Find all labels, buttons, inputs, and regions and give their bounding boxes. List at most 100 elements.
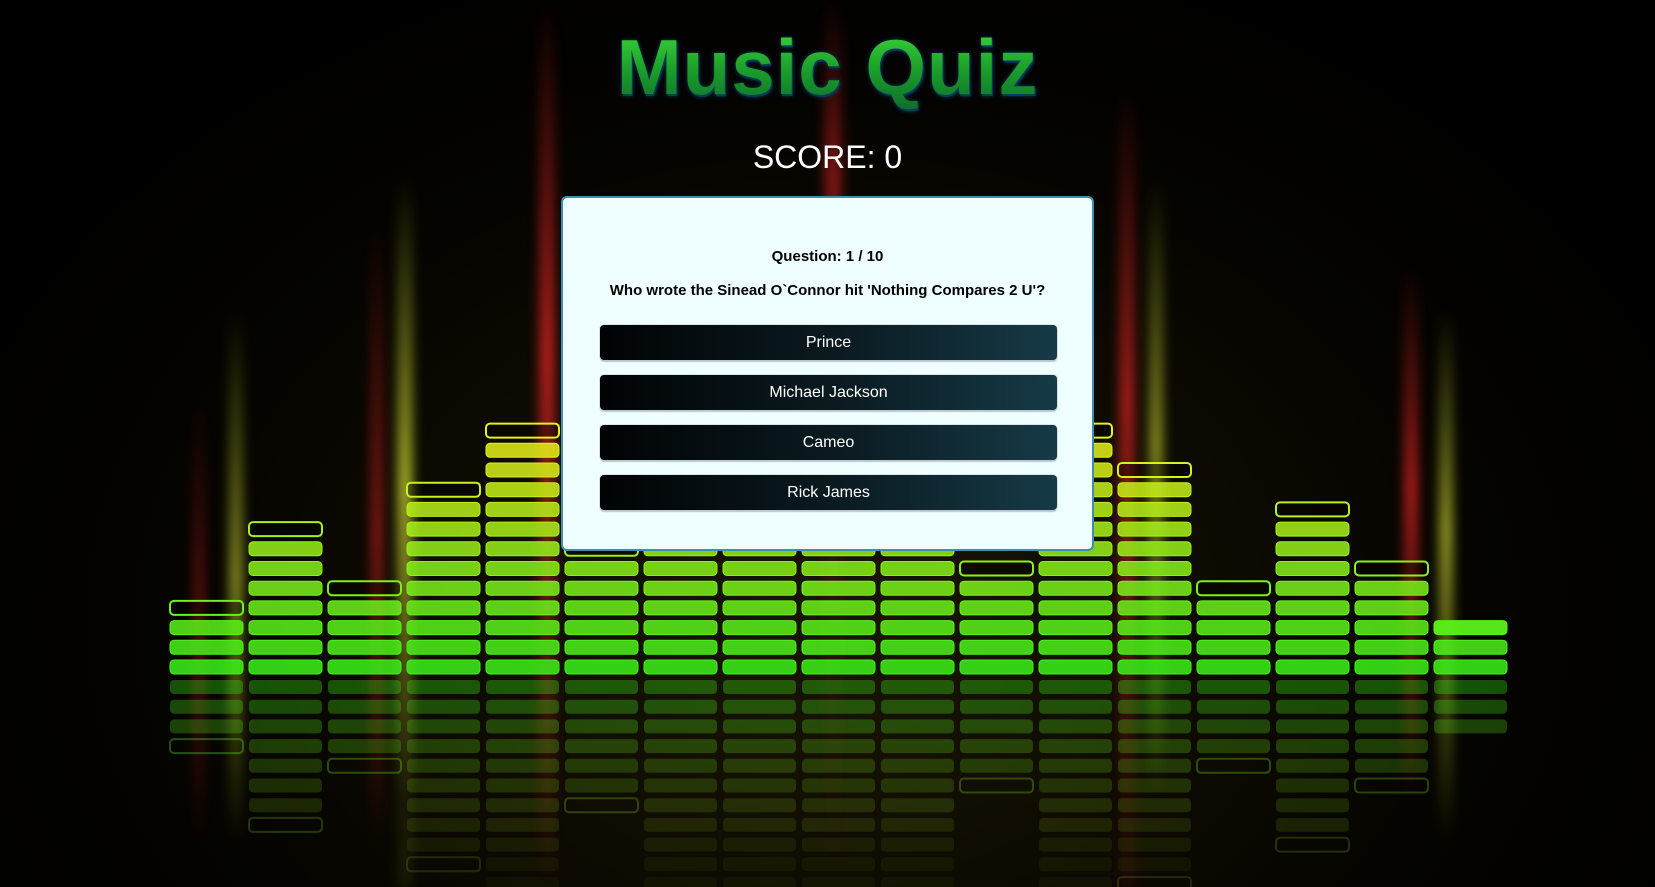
answer-button-rick-james[interactable]: Rick James	[600, 475, 1057, 510]
equalizer-segment	[1275, 620, 1350, 636]
equalizer-reflection	[644, 857, 717, 872]
equalizer-reflection	[1276, 798, 1349, 813]
equalizer-segment	[1275, 639, 1350, 655]
equalizer-segment	[801, 639, 876, 655]
answer-button-prince[interactable]: Prince	[600, 325, 1057, 360]
equalizer-reflection	[1354, 777, 1429, 794]
equalizer-segment	[1354, 659, 1429, 675]
equalizer-segment	[564, 580, 639, 596]
equalizer-reflection	[881, 837, 954, 852]
equalizer-segment	[169, 659, 244, 675]
equalizer-reflection	[249, 719, 322, 734]
equalizer-reflection	[959, 777, 1034, 794]
equalizer-reflection	[249, 739, 322, 754]
equalizer-reflection	[328, 719, 401, 734]
equalizer-segment	[1117, 639, 1192, 655]
equalizer-reflection	[407, 817, 480, 832]
equalizer-segment	[1196, 600, 1271, 616]
equalizer-reflection	[1039, 857, 1112, 872]
equalizer-segment	[1038, 561, 1113, 576]
equalizer-segment	[327, 600, 402, 616]
equalizer-segment	[1196, 580, 1271, 597]
equalizer-segment	[248, 561, 323, 576]
equalizer-segment	[169, 639, 244, 655]
equalizer-reflection	[802, 699, 875, 714]
equalizer-reflection	[881, 817, 954, 832]
equalizer-segment	[485, 659, 560, 675]
equalizer-segment	[406, 659, 481, 675]
equalizer-reflection	[1039, 719, 1112, 734]
equalizer-reflection	[644, 877, 717, 887]
equalizer-reflection	[644, 699, 717, 714]
equalizer-segment	[485, 521, 560, 537]
equalizer-segment	[1354, 580, 1429, 596]
equalizer-reflection	[802, 739, 875, 754]
equalizer-reflection	[1197, 699, 1270, 714]
equalizer-segment	[959, 639, 1034, 655]
equalizer-segment	[406, 561, 481, 576]
equalizer-segment	[880, 659, 955, 675]
equalizer-reflection	[249, 798, 322, 813]
equalizer-reflection	[802, 817, 875, 832]
equalizer-segment	[722, 561, 797, 576]
equalizer-reflection	[407, 739, 480, 754]
equalizer-reflection	[486, 758, 559, 773]
equalizer-reflection	[1434, 699, 1507, 714]
equalizer-segment	[1117, 620, 1192, 636]
equalizer-segment	[485, 580, 560, 596]
equalizer-reflection	[960, 758, 1033, 773]
equalizer-reflection	[328, 739, 401, 754]
equalizer-segment	[564, 639, 639, 655]
equalizer-reflection	[486, 680, 559, 694]
equalizer-segment	[406, 481, 481, 498]
equalizer-reflection	[644, 798, 717, 813]
equalizer-reflection	[723, 778, 796, 793]
equalizer-reflection	[644, 817, 717, 832]
equalizer-reflection	[1197, 680, 1270, 694]
equalizer-segment	[643, 659, 718, 675]
equalizer-reflection	[1118, 719, 1191, 734]
equalizer-segment	[485, 501, 560, 517]
equalizer-reflection	[723, 739, 796, 754]
equalizer-segment	[1117, 580, 1192, 596]
equalizer-reflection	[170, 719, 243, 734]
equalizer-segment	[1196, 639, 1271, 655]
answer-button-michael-jackson[interactable]: Michael Jackson	[600, 375, 1057, 410]
equalizer-segment	[564, 620, 639, 636]
equalizer-reflection	[1118, 817, 1191, 832]
equalizer-segment	[1354, 620, 1429, 636]
equalizer-reflection	[881, 680, 954, 694]
equalizer-segment	[643, 580, 718, 596]
equalizer-segment	[564, 659, 639, 675]
equalizer-segment	[327, 620, 402, 636]
equalizer-segment	[485, 422, 560, 439]
equalizer-segment	[485, 639, 560, 655]
equalizer-reflection	[249, 758, 322, 773]
equalizer-reflection	[1355, 758, 1428, 773]
equalizer-reflection	[486, 857, 559, 872]
equalizer-segment	[248, 580, 323, 596]
equalizer-reflection	[644, 758, 717, 773]
equalizer-reflection	[170, 680, 243, 694]
equalizer-segment	[643, 561, 718, 576]
equalizer-reflection	[1196, 757, 1271, 774]
equalizer-reflection	[644, 837, 717, 852]
equalizer-reflection	[249, 680, 322, 694]
equalizer-reflection	[723, 877, 796, 887]
equalizer-reflection	[1276, 739, 1349, 754]
equalizer-reflection	[802, 758, 875, 773]
equalizer-segment	[1275, 541, 1350, 557]
answer-button-cameo[interactable]: Cameo	[600, 425, 1057, 460]
equalizer-segment	[485, 462, 560, 478]
equalizer-reflection	[565, 739, 638, 754]
equalizer-reflection	[565, 680, 638, 694]
equalizer-reflection	[723, 719, 796, 734]
equalizer-reflection	[960, 739, 1033, 754]
equalizer-segment	[1117, 659, 1192, 675]
equalizer-segment	[485, 600, 560, 616]
equalizer-reflection	[1197, 739, 1270, 754]
equalizer-reflection	[486, 817, 559, 832]
equalizer-segment	[1433, 659, 1508, 675]
equalizer-reflection	[328, 699, 401, 714]
equalizer-reflection	[644, 680, 717, 694]
